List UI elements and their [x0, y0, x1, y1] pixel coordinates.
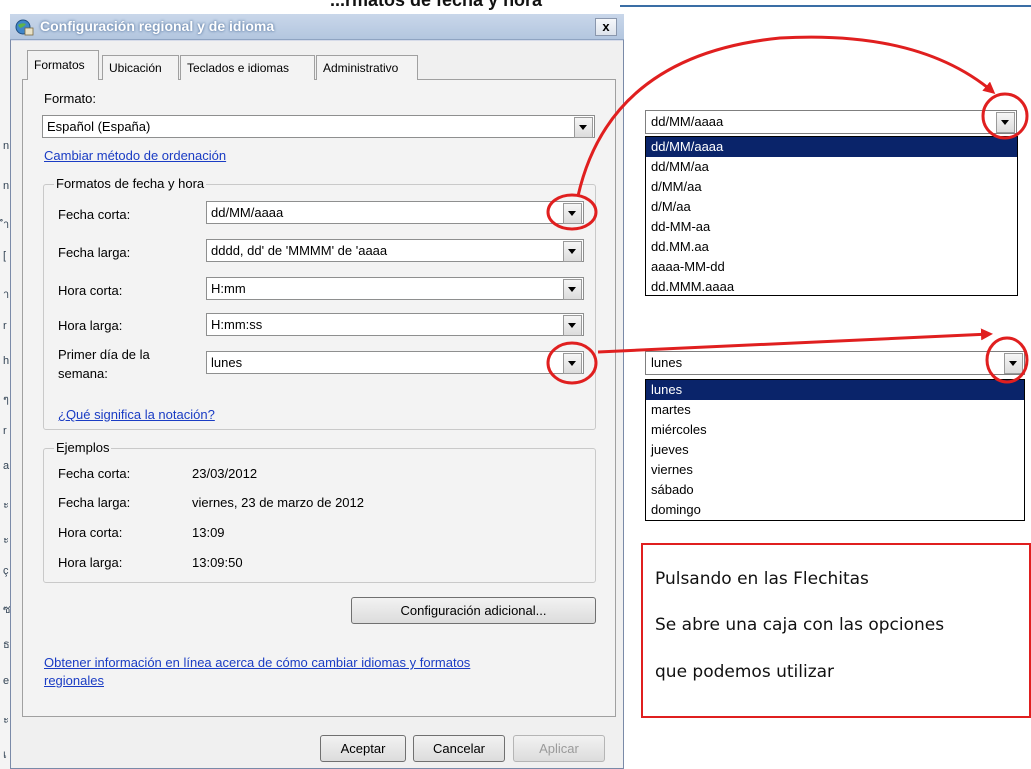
list-item[interactable]: dd/MM/aaaa [646, 137, 1017, 157]
cutoff-char: า [3, 289, 10, 301]
cutoff-char: a [3, 460, 10, 472]
change-sort-link[interactable]: Cambiar método de ordenación [44, 148, 226, 163]
list-item[interactable]: miércoles [646, 420, 1024, 440]
chevron-down-icon[interactable] [563, 279, 582, 300]
cutoff-char: [ [3, 250, 7, 262]
cutoff-char: ๆ [3, 394, 9, 406]
ok-button[interactable]: Aceptar [320, 735, 406, 762]
cutoff-char: h [3, 355, 10, 367]
cutoff-char: ç [3, 565, 9, 577]
chevron-down-icon[interactable] [574, 117, 593, 138]
list-item[interactable]: martes [646, 400, 1024, 420]
date-dropdown-combo[interactable]: dd/MM/aaaa [645, 110, 1017, 134]
format-label: Formato: [44, 91, 97, 106]
cutoff-char: ะ [3, 534, 9, 546]
chevron-down-icon[interactable] [563, 353, 582, 374]
list-item[interactable]: domingo [646, 500, 1024, 520]
globe-icon [15, 19, 34, 36]
close-button[interactable]: x [595, 18, 617, 36]
cancel-button[interactable]: Cancelar [413, 735, 505, 762]
short-date-select[interactable]: dd/MM/aaaa [206, 201, 584, 224]
list-item[interactable]: sábado [646, 480, 1024, 500]
first-day-label: Primer día de la [58, 347, 150, 362]
cutoff-char: n [3, 180, 10, 192]
list-item[interactable]: dd-MM-aa [646, 217, 1017, 237]
first-day-label-line2: semana: [58, 366, 108, 381]
list-item[interactable]: viernes [646, 460, 1024, 480]
cutoff-char: เ [3, 749, 7, 761]
cutoff-char: ะ [3, 499, 9, 511]
chevron-down-icon[interactable] [563, 241, 582, 262]
short-time-label: Hora corta: [58, 283, 123, 298]
long-date-select[interactable]: dddd, dd' de 'MMMM' de 'aaaa [206, 239, 584, 262]
notation-help-link[interactable]: ¿Qué significa la notación? [58, 407, 215, 422]
instruction-note: Pulsando en las Flechitas Se abre una ca… [641, 543, 1031, 718]
chevron-down-icon[interactable] [996, 112, 1015, 133]
window-title: Configuración regional y de idioma [40, 18, 275, 34]
example-long-time-value: 13:09:50 [192, 555, 243, 570]
example-short-time-value: 13:09 [192, 525, 225, 540]
note-line-3: que podemos utilizar [655, 662, 835, 682]
cutoff-char: e [3, 675, 10, 687]
list-item[interactable]: dd.MMM.aaaa [646, 277, 1017, 297]
long-date-value: dddd, dd' de 'MMMM' de 'aaaa [211, 243, 388, 258]
list-item[interactable]: dd/MM/aa [646, 157, 1017, 177]
tab-formatos[interactable]: Formatos [27, 50, 99, 80]
long-time-label: Hora larga: [58, 318, 123, 333]
chevron-down-icon[interactable] [563, 315, 582, 336]
chevron-down-icon[interactable] [563, 203, 582, 224]
header-rule [620, 5, 1031, 7]
example-short-date-value: 23/03/2012 [192, 466, 258, 481]
datetime-group-title: Formatos de fecha y hora [54, 176, 207, 191]
date-dropdown-value: dd/MM/aaaa [651, 114, 724, 129]
list-item[interactable]: aaaa-MM-dd [646, 257, 1017, 277]
cutoff-char: r [3, 425, 7, 437]
date-options-list: dd/MM/aaaa dd/MM/aa d/MM/aa d/M/aa dd-MM… [645, 136, 1018, 296]
tab-administrativo[interactable]: Administrativo [316, 55, 418, 80]
list-item[interactable]: d/M/aa [646, 197, 1017, 217]
tab-ubicacion[interactable]: Ubicación [102, 55, 179, 80]
examples-group-title: Ejemplos [54, 440, 112, 455]
cutoff-char: r [3, 320, 7, 332]
list-item[interactable]: dd.MM.aa [646, 237, 1017, 257]
example-long-date-label: Fecha larga: [58, 495, 131, 510]
tab-teclados[interactable]: Teclados e idiomas [180, 55, 315, 80]
additional-settings-button[interactable]: Configuración adicional... [351, 597, 596, 624]
format-select[interactable]: Español (España) [42, 115, 595, 138]
cutoff-char: ธ [3, 639, 10, 651]
example-short-date-label: Fecha corta: [58, 466, 131, 481]
apply-button[interactable]: Aplicar [513, 735, 605, 762]
short-date-value: dd/MM/aaaa [211, 205, 284, 220]
online-info-link-line2[interactable]: regionales [44, 673, 104, 688]
first-day-select[interactable]: lunes [206, 351, 584, 374]
cutoff-char: ะ [3, 714, 9, 726]
note-line-1: Pulsando en las Flechitas [655, 569, 869, 589]
online-info-link[interactable]: Obtener información en línea acerca de c… [44, 655, 470, 670]
first-day-value: lunes [211, 355, 243, 370]
long-time-select[interactable]: H:mm:ss [206, 313, 584, 336]
long-time-value: H:mm:ss [211, 317, 263, 332]
page-title: ...rmatos de fecha y hora [330, 0, 543, 10]
example-long-time-label: Hora larga: [58, 555, 123, 570]
cutoff-char: ำ [3, 219, 10, 231]
day-dropdown-combo[interactable]: lunes [645, 351, 1025, 375]
format-select-value: Español (España) [47, 119, 151, 134]
list-item[interactable]: jueves [646, 440, 1024, 460]
long-date-label: Fecha larga: [58, 245, 131, 260]
day-options-list: lunes martes miércoles jueves viernes sá… [645, 379, 1025, 521]
short-time-select[interactable]: H:mm [206, 277, 584, 300]
short-date-label: Fecha corta: [58, 207, 131, 222]
example-long-date-value: viernes, 23 de marzo de 2012 [192, 495, 364, 510]
note-line-2: Se abre una caja con las opciones [655, 615, 945, 635]
day-dropdown-value: lunes [651, 355, 683, 370]
example-short-time-label: Hora corta: [58, 525, 123, 540]
list-item[interactable]: d/MM/aa [646, 177, 1017, 197]
arrow [597, 328, 993, 354]
cutoff-char: n [3, 140, 10, 152]
chevron-down-icon[interactable] [1004, 353, 1023, 374]
list-item[interactable]: lunes [646, 380, 1024, 400]
short-time-value: H:mm [211, 281, 246, 296]
